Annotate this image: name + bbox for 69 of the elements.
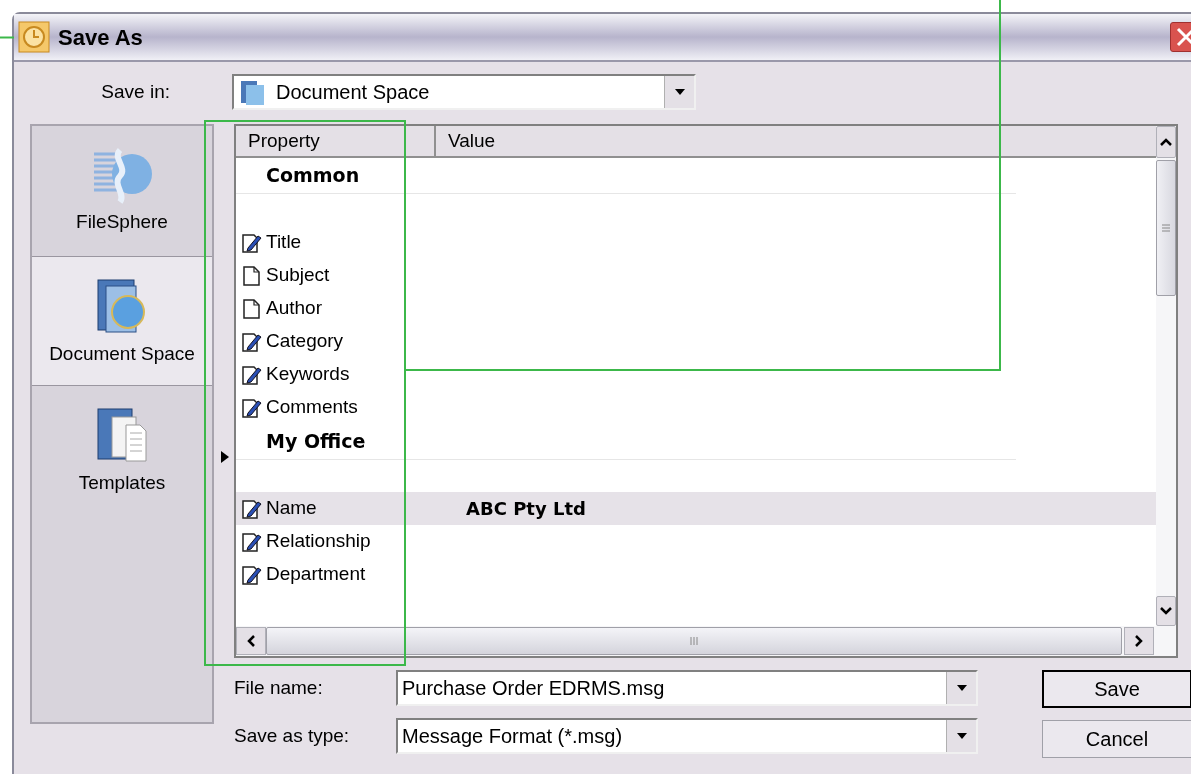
clock-icon — [18, 21, 50, 53]
dropdown-button[interactable] — [946, 672, 976, 704]
property-name: Author — [265, 296, 323, 321]
document-pen-icon — [242, 364, 264, 385]
field-value: Purchase Order EDRMS.msg — [401, 676, 666, 701]
property-row[interactable]: Author — [236, 292, 1156, 325]
file-name-combobox[interactable]: Purchase Order EDRMS.msg — [396, 670, 978, 706]
save-as-type-dropdown[interactable]: Message Format (*.msg) — [396, 718, 978, 754]
property-name: Relationship — [265, 529, 372, 554]
dropdown-caret-icon — [955, 732, 968, 740]
grip-icon — [689, 636, 699, 646]
place-label: FileSphere — [76, 210, 168, 235]
scroll-thumb[interactable] — [266, 627, 1122, 655]
group-heading: Common — [265, 163, 360, 189]
property-row[interactable]: Department — [236, 558, 1156, 591]
save-in-label: Save in: — [100, 79, 171, 104]
property-name: Comments — [265, 395, 359, 420]
property-name: Subject — [265, 263, 331, 288]
save-in-dropdown[interactable]: Document Space — [232, 74, 696, 110]
window-title: Save As — [58, 23, 144, 52]
property-row[interactable]: Keywords — [236, 358, 1156, 391]
scroll-left-icon — [247, 635, 255, 647]
property-name: Department — [265, 562, 367, 587]
horizontal-scrollbar[interactable] — [236, 626, 1176, 656]
scroll-up-icon — [1160, 138, 1172, 146]
property-row[interactable]: Relationship — [236, 525, 1156, 558]
dialog-button[interactable]: Save — [1042, 670, 1191, 708]
place-label: Document Space — [49, 341, 195, 366]
place-item[interactable]: Templates — [32, 386, 212, 516]
dropdown-caret-icon — [673, 88, 686, 96]
expand-arrow-icon — [221, 450, 229, 463]
scroll-down-icon — [1160, 607, 1172, 615]
property-row[interactable]: Subject — [236, 259, 1156, 292]
vertical-scrollbar[interactable] — [1156, 126, 1176, 626]
document-pen-icon — [242, 531, 264, 552]
property-row[interactable]: Category — [236, 325, 1156, 358]
scroll-right-icon — [1135, 635, 1143, 647]
document-pen-icon — [242, 331, 264, 352]
place-label: Templates — [78, 471, 166, 496]
field-value: Document Space — [275, 80, 431, 105]
property-row[interactable]: Comments — [236, 391, 1156, 424]
dialog-button[interactable]: Cancel — [1042, 720, 1191, 758]
place-item[interactable]: FileSphere — [32, 126, 212, 256]
document-pen-icon — [242, 232, 264, 253]
dropdown-button[interactable] — [946, 720, 976, 752]
document-pen-icon — [242, 397, 264, 418]
save-as-type-label: Save as type: — [234, 723, 351, 748]
property-name: Name — [265, 496, 318, 521]
property-row[interactable]: Name ABC Pty Ltd — [236, 492, 1156, 525]
document-pen-icon — [242, 564, 264, 585]
place-item[interactable]: Document Space — [32, 256, 212, 386]
dropdown-caret-icon — [955, 684, 968, 692]
property-name: Keywords — [265, 362, 351, 387]
column-header[interactable]: Value — [436, 126, 1156, 156]
close-icon — [1175, 26, 1191, 48]
property-row[interactable]: Title — [236, 226, 1156, 259]
property-value: ABC Pty Ltd — [465, 497, 586, 521]
document-pen-icon — [242, 498, 264, 519]
leader-line — [0, 36, 14, 39]
grip-icon — [1161, 223, 1171, 233]
property-name: Category — [265, 329, 345, 354]
close-button[interactable] — [1170, 22, 1191, 52]
file-name-label: File name: — [234, 675, 324, 700]
group-heading: My Office — [265, 429, 366, 455]
property-name: Title — [265, 230, 303, 255]
field-value: Message Format (*.msg) — [401, 724, 624, 749]
column-header[interactable]: Property — [236, 126, 436, 156]
scroll-thumb[interactable] — [1156, 160, 1176, 296]
dropdown-button[interactable] — [664, 76, 694, 108]
